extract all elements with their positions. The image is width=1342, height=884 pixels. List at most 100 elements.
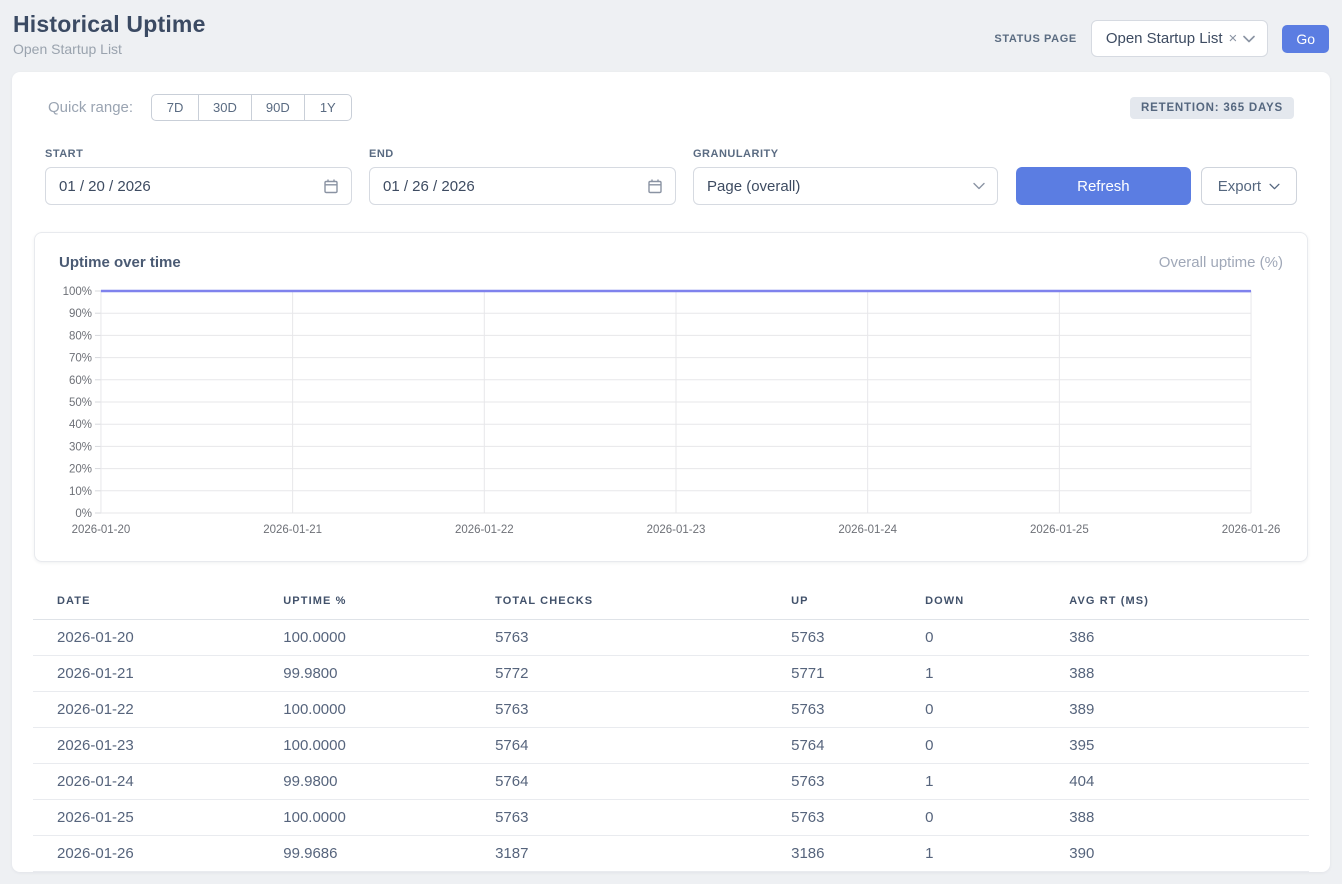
y-axis-label: 70%	[69, 353, 92, 365]
y-axis-label: 50%	[69, 397, 92, 409]
table-row: 2026-01-22100.0000576357630389	[33, 692, 1309, 728]
table-cell: 3186	[787, 836, 921, 872]
uptime-table-body: 2026-01-20100.00005763576303862026-01-21…	[33, 620, 1309, 872]
x-axis-label: 2026-01-20	[72, 524, 131, 536]
table-cell: 2026-01-26	[33, 836, 279, 872]
table-cell: 388	[1065, 800, 1309, 836]
quick-range-7d-button[interactable]: 7D	[151, 94, 199, 121]
table-cell: 99.9800	[279, 764, 491, 800]
end-date-label: END	[369, 148, 676, 160]
table-cell: 5764	[491, 764, 787, 800]
uptime-table: DATEUPTIME %TOTAL CHECKSUPDOWNAVG RT (MS…	[33, 587, 1309, 872]
start-date-label: START	[45, 148, 352, 160]
end-date-field: END 01 / 26 / 2026	[369, 148, 676, 205]
y-axis-label: 80%	[69, 330, 92, 342]
y-axis-label: 100%	[63, 286, 92, 298]
table-cell: 386	[1065, 620, 1309, 656]
header-controls: STATUS PAGE Open Startup List × Go	[994, 20, 1329, 57]
table-cell: 100.0000	[279, 620, 491, 656]
calendar-icon[interactable]	[647, 178, 663, 194]
uptime-line-chart: 0%10%20%30%40%50%60%70%80%90%100%2026-01…	[59, 283, 1283, 545]
start-date-value: 01 / 20 / 2026	[59, 178, 151, 195]
end-date-value: 01 / 26 / 2026	[383, 178, 475, 195]
x-axis-label: 2026-01-23	[647, 524, 706, 536]
table-cell: 1	[921, 764, 1065, 800]
chart-legend: Overall uptime (%)	[1159, 254, 1283, 271]
start-date-input[interactable]: 01 / 20 / 2026	[45, 167, 352, 205]
quick-range-button-group: 7D30D90D1Y	[151, 94, 352, 121]
table-cell: 99.9800	[279, 656, 491, 692]
table-row: 2026-01-2199.9800577257711388	[33, 656, 1309, 692]
column-header: UP	[787, 587, 921, 620]
filter-row: START 01 / 20 / 2026 END 01 / 26 / 2026	[33, 148, 1309, 205]
column-header: AVG RT (MS)	[1065, 587, 1309, 620]
table-cell: 5763	[787, 764, 921, 800]
granularity-selected-value: Page (overall)	[707, 178, 800, 195]
x-axis-label: 2026-01-25	[1030, 524, 1089, 536]
quick-range-label: Quick range:	[48, 99, 133, 116]
refresh-button[interactable]: Refresh	[1016, 167, 1191, 205]
quick-range-row: Quick range: 7D30D90D1Y RETENTION: 365 D…	[33, 94, 1309, 121]
table-cell: 5763	[787, 800, 921, 836]
x-axis-label: 2026-01-22	[455, 524, 514, 536]
table-cell: 0	[921, 800, 1065, 836]
uptime-table-head: DATEUPTIME %TOTAL CHECKSUPDOWNAVG RT (MS…	[33, 587, 1309, 620]
status-page-selected-value: Open Startup List	[1106, 30, 1223, 47]
export-button-label: Export	[1218, 178, 1261, 195]
y-axis-label: 30%	[69, 441, 92, 453]
calendar-icon[interactable]	[323, 178, 339, 194]
table-cell: 5763	[491, 800, 787, 836]
column-header: TOTAL CHECKS	[491, 587, 787, 620]
column-header: UPTIME %	[279, 587, 491, 620]
table-cell: 2026-01-22	[33, 692, 279, 728]
export-button[interactable]: Export	[1201, 167, 1297, 205]
granularity-label: GRANULARITY	[693, 148, 998, 160]
page-header: Historical Uptime Open Startup List STAT…	[0, 0, 1342, 70]
go-button[interactable]: Go	[1282, 25, 1329, 53]
table-cell: 99.9686	[279, 836, 491, 872]
table-header-row: DATEUPTIME %TOTAL CHECKSUPDOWNAVG RT (MS…	[33, 587, 1309, 620]
x-axis-label: 2026-01-21	[263, 524, 322, 536]
status-page-label: STATUS PAGE	[994, 33, 1076, 45]
y-axis-label: 60%	[69, 375, 92, 387]
column-header: DATE	[33, 587, 279, 620]
granularity-select[interactable]: Page (overall)	[693, 167, 998, 205]
table-cell: 390	[1065, 836, 1309, 872]
table-row: 2026-01-23100.0000576457640395	[33, 728, 1309, 764]
end-date-input[interactable]: 01 / 26 / 2026	[369, 167, 676, 205]
start-date-field: START 01 / 20 / 2026	[45, 148, 352, 205]
table-cell: 2026-01-21	[33, 656, 279, 692]
table-row: 2026-01-2699.9686318731861390	[33, 836, 1309, 872]
quick-range-90d-button[interactable]: 90D	[251, 94, 305, 121]
chevron-down-icon	[973, 182, 985, 190]
status-page-select[interactable]: Open Startup List ×	[1091, 20, 1269, 57]
table-row: 2026-01-20100.0000576357630386	[33, 620, 1309, 656]
table-cell: 0	[921, 728, 1065, 764]
table-cell: 0	[921, 692, 1065, 728]
clear-selection-icon[interactable]: ×	[1229, 31, 1238, 46]
table-cell: 2026-01-24	[33, 764, 279, 800]
page-subtitle: Open Startup List	[13, 41, 206, 57]
granularity-field: GRANULARITY Page (overall)	[693, 148, 998, 205]
chevron-down-icon	[1269, 183, 1280, 190]
chevron-down-icon	[1243, 35, 1255, 43]
table-cell: 100.0000	[279, 692, 491, 728]
y-axis-label: 10%	[69, 486, 92, 498]
column-header: DOWN	[921, 587, 1065, 620]
title-block: Historical Uptime Open Startup List	[13, 11, 206, 57]
table-cell: 2026-01-25	[33, 800, 279, 836]
table-cell: 1	[921, 656, 1065, 692]
table-cell: 100.0000	[279, 728, 491, 764]
y-axis-label: 40%	[69, 419, 92, 431]
table-cell: 5771	[787, 656, 921, 692]
quick-range-30d-button[interactable]: 30D	[198, 94, 252, 121]
y-axis-label: 0%	[75, 508, 92, 520]
table-row: 2026-01-25100.0000576357630388	[33, 800, 1309, 836]
table-cell: 1	[921, 836, 1065, 872]
chart-header: Uptime over time Overall uptime (%)	[59, 254, 1283, 271]
table-cell: 0	[921, 620, 1065, 656]
quick-range-1y-button[interactable]: 1Y	[304, 94, 352, 121]
x-axis-label: 2026-01-26	[1222, 524, 1281, 536]
page-title: Historical Uptime	[13, 11, 206, 38]
chart-title: Uptime over time	[59, 254, 181, 271]
